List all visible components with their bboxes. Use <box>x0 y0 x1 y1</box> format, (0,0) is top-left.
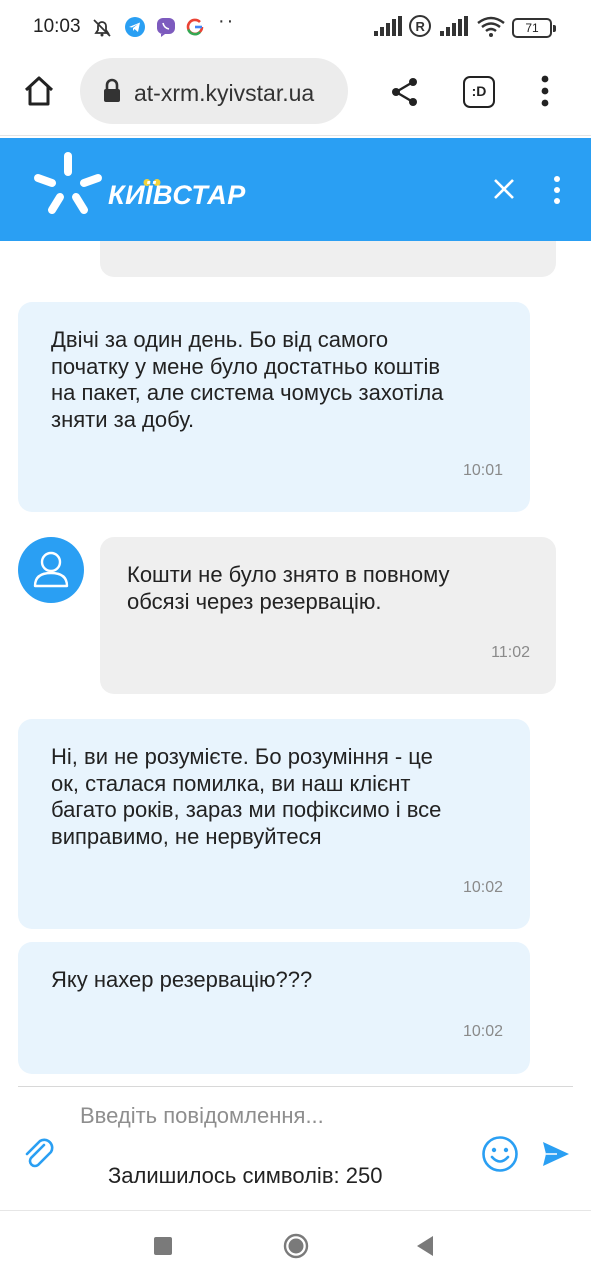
more-dots-icon: ·· <box>218 10 236 32</box>
message-line: Двічі за один день. Бо від самого <box>51 327 389 352</box>
lock-icon[interactable] <box>102 78 122 109</box>
battery-icon: 71 <box>512 18 556 38</box>
message-line: зняти за добу. <box>51 406 195 432</box>
message-line: Кошти не було знято в повному <box>127 562 450 587</box>
recents-icon[interactable] <box>154 1237 172 1260</box>
message-composer: Залишилось символів: 250 <box>0 1086 591 1210</box>
signal-icon <box>438 16 470 38</box>
message-time: 10:02 <box>462 879 503 896</box>
message-text: Яку нахер резервацію??? <box>51 967 521 994</box>
message-line: Яку нахер резервацію??? <box>51 967 313 992</box>
home-icon[interactable] <box>283 1233 309 1264</box>
signal-icon <box>372 16 404 38</box>
message-text: Двічі за один день. Бо від самого початк… <box>51 327 521 433</box>
message-line: багато років, зараз ми пофіксимо і все <box>51 797 442 822</box>
message-bubble-agent <box>100 241 556 277</box>
kyivstar-logo-icon <box>30 150 106 223</box>
message-line: ок, сталася помилка, ви наш клієнт <box>51 770 411 796</box>
user-icon <box>33 551 69 588</box>
status-time: 10:03 <box>33 16 81 37</box>
message-input[interactable] <box>80 1100 460 1132</box>
message-bubble-user: Яку нахер резервацію??? 10:02 <box>18 942 530 1074</box>
character-counter: Залишилось символів: 250 <box>108 1163 383 1188</box>
wifi-icon <box>476 16 506 38</box>
emoji-icon[interactable] <box>481 1135 519 1178</box>
menu-icon[interactable] <box>540 74 550 113</box>
url-bar[interactable]: at-xrm.kyivstar.ua <box>80 58 348 124</box>
roaming-icon: R <box>408 14 434 40</box>
kebab-menu-icon[interactable] <box>552 175 562 210</box>
message-line: початку у мене було достатньо коштів <box>51 353 441 379</box>
message-bubble-user: Ні, ви не розумієте. Бо розуміння - це о… <box>18 719 530 929</box>
status-bar: 10:03 ·· R 71 <box>0 0 591 56</box>
telegram-icon <box>124 16 146 38</box>
brand-name: КИЇВСТАР <box>108 180 246 210</box>
attach-icon[interactable] <box>22 1136 56 1177</box>
browser-toolbar: at-xrm.kyivstar.ua :D <box>0 56 591 136</box>
message-time: 10:01 <box>462 462 503 479</box>
message-bubble-user: Двічі за один день. Бо від самого початк… <box>18 302 530 512</box>
tabs-icon[interactable]: :D <box>463 76 495 108</box>
chat-header: КИЇВСТАР <box>0 138 591 241</box>
muted-bell-icon <box>90 16 112 38</box>
message-line: обсязі через резервацію. <box>127 588 382 614</box>
share-icon[interactable] <box>389 76 421 113</box>
message-time: 10:02 <box>462 1023 503 1040</box>
agent-avatar <box>18 537 84 603</box>
divider <box>18 1086 573 1087</box>
close-icon[interactable] <box>492 177 516 206</box>
message-text: Кошти не було знято в повному обсязі чер… <box>127 562 547 615</box>
svg-text:R: R <box>416 19 426 34</box>
chat-messages[interactable]: Двічі за один день. Бо від самого початк… <box>0 241 591 1086</box>
message-bubble-agent: Кошти не було знято в повному обсязі чер… <box>100 537 556 694</box>
message-time: 11:02 <box>491 644 530 661</box>
viber-icon <box>155 16 177 38</box>
google-icon <box>184 16 206 38</box>
back-icon[interactable] <box>416 1235 434 1262</box>
system-nav-bar <box>0 1210 591 1280</box>
home-icon[interactable] <box>22 74 56 113</box>
url-text: at-xrm.kyivstar.ua <box>134 80 315 106</box>
message-text: Ні, ви не розумієте. Бо розуміння - це о… <box>51 744 521 850</box>
message-line: виправимо, не нервуйтеся <box>51 823 322 849</box>
send-icon[interactable] <box>541 1140 571 1173</box>
message-line: Ні, ви не розумієте. Бо розуміння - це <box>51 744 433 769</box>
message-line: на пакет, але система чомусь захотіла <box>51 380 444 405</box>
